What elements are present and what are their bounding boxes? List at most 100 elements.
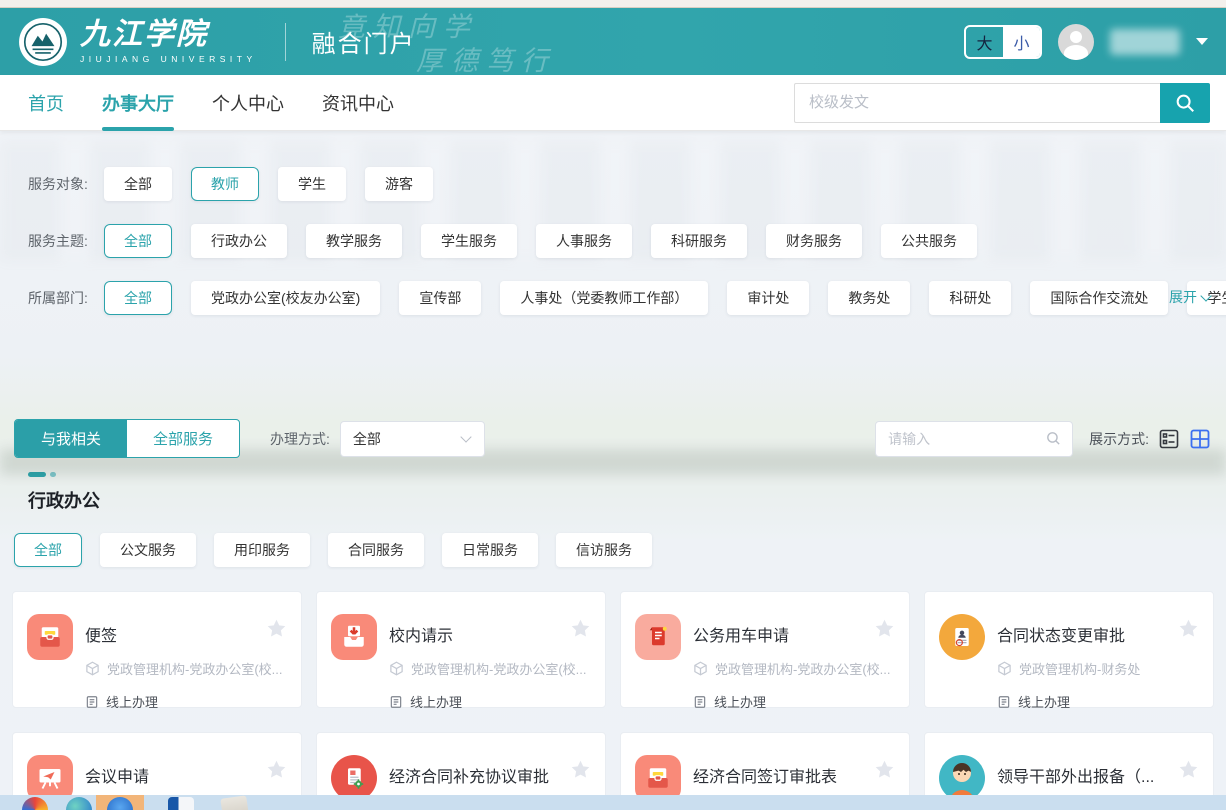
chevron-down-icon: [1200, 290, 1211, 301]
favorite-star-icon[interactable]: [1178, 618, 1199, 644]
user-name-redacted[interactable]: [1110, 29, 1180, 55]
expand-departments-link[interactable]: 展开: [1169, 287, 1210, 307]
favorite-star-icon[interactable]: [874, 759, 895, 785]
chip-topic-student[interactable]: 学生服务: [421, 224, 517, 258]
document-icon: [997, 695, 1011, 709]
chip-topic-all[interactable]: 全部: [104, 224, 172, 258]
service-title[interactable]: 便签: [85, 616, 285, 646]
org-cube-icon: [85, 661, 100, 676]
nav-item-home[interactable]: 首页: [28, 75, 64, 131]
org-cube-icon: [997, 661, 1012, 676]
service-card-official-vehicle[interactable]: 公务用车申请 党政管理机构-党政办公室(校... 线上办理: [620, 591, 910, 708]
university-name: 九江学院 JIUJIANG UNIVERSITY: [80, 20, 257, 64]
service-title[interactable]: 校内请示: [389, 616, 589, 646]
global-search-button[interactable]: [1160, 83, 1210, 123]
nav-item-news-center[interactable]: 资讯中心: [322, 75, 394, 131]
chip-topic-teaching[interactable]: 教学服务: [306, 224, 402, 258]
chip-topic-admin[interactable]: 行政办公: [191, 224, 287, 258]
chip-target-student[interactable]: 学生: [278, 167, 346, 201]
chip-sub-all[interactable]: 全部: [14, 533, 82, 567]
chip-sub-official-doc[interactable]: 公文服务: [100, 533, 196, 567]
document-icon: [389, 695, 403, 709]
section-head: 行政办公: [28, 472, 1198, 513]
favorite-star-icon[interactable]: [1178, 759, 1199, 785]
service-card-internal-request[interactable]: 校内请示 党政管理机构-党政办公室(校... 线上办理: [316, 591, 606, 708]
taskbar-photos-icon[interactable]: [22, 797, 48, 810]
chip-sub-daily[interactable]: 日常服务: [442, 533, 538, 567]
service-cards-grid: 便签 党政管理机构-党政办公室(校... 线上办理 校内: [12, 591, 1214, 810]
service-title[interactable]: 会议申请: [85, 757, 285, 787]
chip-dept-all[interactable]: 全部: [104, 281, 172, 315]
service-org: 党政管理机构-党政办公室(校...: [389, 659, 589, 678]
service-org: 党政管理机构-财务处: [997, 659, 1197, 678]
org-cube-icon: [389, 661, 404, 676]
brand-divider: [285, 23, 286, 61]
motto-watermark: 竟知向学 厚德笃行: [338, 12, 556, 79]
chip-dept-international[interactable]: 国际合作交流处: [1030, 281, 1168, 315]
section-title: 行政办公: [28, 487, 1198, 513]
service-title[interactable]: 公务用车申请: [693, 616, 893, 646]
font-size-toggle[interactable]: 大 小: [964, 25, 1042, 59]
font-size-large-button[interactable]: 大: [966, 27, 1003, 57]
header: 九江学院 JIUJIANG UNIVERSITY 融合门户 竟知向学 厚德笃行 …: [0, 8, 1226, 75]
search-icon: [1174, 92, 1196, 114]
service-search-input[interactable]: [888, 431, 1045, 447]
service-target-label: 服务对象:: [28, 174, 100, 194]
filter-row-department: 所属部门: 全部 党政办公室(校友办公室) 宣传部 人事处（党委教师工作部） 审…: [28, 281, 1198, 315]
taskbar-notepad-icon[interactable]: [220, 795, 249, 810]
university-name-en: JIUJIANG UNIVERSITY: [80, 55, 257, 64]
service-title[interactable]: 合同状态变更审批: [997, 616, 1197, 646]
favorite-star-icon[interactable]: [266, 759, 287, 785]
chip-topic-research[interactable]: 科研服务: [651, 224, 747, 258]
font-size-small-button[interactable]: 小: [1003, 27, 1040, 57]
taskbar-browser-icon[interactable]: [66, 797, 92, 810]
chip-sub-contract[interactable]: 合同服务: [328, 533, 424, 567]
chip-topic-public[interactable]: 公共服务: [881, 224, 977, 258]
tab-related-to-me[interactable]: 与我相关: [15, 420, 127, 457]
service-card-memo[interactable]: 便签 党政管理机构-党政办公室(校... 线上办理: [12, 591, 302, 708]
tab-all-services[interactable]: 全部服务: [127, 420, 239, 457]
service-title[interactable]: 经济合同签订审批表: [693, 757, 893, 787]
service-card-contract-status-change[interactable]: 合同状态变更审批 党政管理机构-财务处 线上办理: [924, 591, 1214, 708]
service-title[interactable]: 经济合同补充协议审批: [389, 757, 589, 787]
service-topic-label: 服务主题:: [28, 231, 100, 251]
chip-dept-party-office[interactable]: 党政办公室(校友办公室): [191, 281, 380, 315]
favorite-star-icon[interactable]: [874, 618, 895, 644]
service-method: 线上办理: [693, 692, 893, 711]
nav-item-service-hall[interactable]: 办事大厅: [102, 75, 174, 131]
windows-taskbar[interactable]: [0, 795, 1226, 810]
global-search-input[interactable]: [794, 83, 1160, 123]
method-select[interactable]: 全部: [340, 421, 485, 457]
favorite-star-icon[interactable]: [570, 618, 591, 644]
chip-dept-academic[interactable]: 教务处: [828, 281, 910, 315]
grid-view-icon[interactable]: [1190, 429, 1210, 449]
chip-dept-audit[interactable]: 审计处: [727, 281, 809, 315]
red-document-icon: [635, 614, 681, 660]
chip-target-all[interactable]: 全部: [104, 167, 172, 201]
chip-topic-finance[interactable]: 财务服务: [766, 224, 862, 258]
chip-target-visitor[interactable]: 游客: [365, 167, 433, 201]
chip-sub-petition[interactable]: 信访服务: [556, 533, 652, 567]
chip-target-teacher[interactable]: 教师: [191, 167, 259, 201]
taskbar-word-icon[interactable]: [168, 797, 194, 810]
service-method: 线上办理: [997, 692, 1197, 711]
method-label: 办理方式:: [270, 429, 330, 449]
service-title[interactable]: 领导干部外出报备（...: [997, 757, 1197, 787]
user-menu-caret-icon[interactable]: [1196, 38, 1208, 45]
chip-dept-propaganda[interactable]: 宣传部: [399, 281, 481, 315]
chip-dept-research[interactable]: 科研处: [929, 281, 1011, 315]
user-avatar[interactable]: [1058, 24, 1094, 60]
favorite-star-icon[interactable]: [266, 618, 287, 644]
chip-sub-seal[interactable]: 用印服务: [214, 533, 310, 567]
chevron-down-icon: [460, 431, 471, 442]
section-dash-decoration: [28, 472, 1198, 477]
nav-item-personal-center[interactable]: 个人中心: [212, 75, 284, 131]
service-method: 线上办理: [389, 692, 589, 711]
chip-topic-hr[interactable]: 人事服务: [536, 224, 632, 258]
service-org: 党政管理机构-党政办公室(校...: [85, 659, 285, 678]
filter-row-service-target: 服务对象: 全部 教师 学生 游客: [28, 167, 1198, 201]
favorite-star-icon[interactable]: [570, 759, 591, 785]
chip-dept-hr[interactable]: 人事处（党委教师工作部）: [500, 281, 708, 315]
motto-line2: 厚德笃行: [416, 46, 556, 78]
list-view-icon[interactable]: [1159, 429, 1179, 449]
